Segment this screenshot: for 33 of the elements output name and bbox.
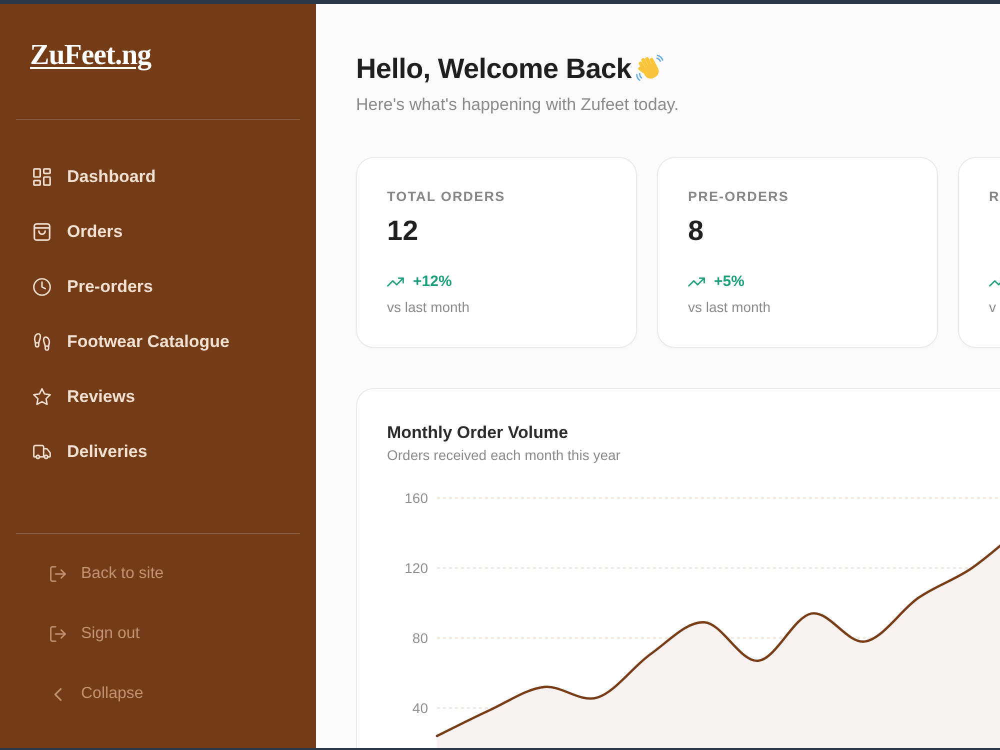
sidebar-nav-item[interactable]: Pre-orders xyxy=(0,259,316,314)
stat-label: PRE-ORDERS xyxy=(688,188,790,206)
stat-change: +12% xyxy=(413,272,452,292)
waving-hand-icon xyxy=(635,54,666,84)
page-title: Hello, Welcome Back xyxy=(356,52,632,86)
y-axis-label: 80 xyxy=(412,630,428,646)
footprints-icon xyxy=(33,332,51,350)
y-axis-label: 160 xyxy=(404,490,428,506)
sidebar-nav-item[interactable]: Dashboard xyxy=(0,149,316,204)
stat-note: v xyxy=(989,298,997,317)
logo[interactable]: ZuFeet.ng xyxy=(30,40,152,70)
sidebar-nav-item[interactable]: Orders xyxy=(0,204,316,259)
stat-note: vs last month xyxy=(387,298,470,317)
sidebar-nav-item[interactable]: Deliveries xyxy=(0,424,316,479)
dashboard-grid-icon xyxy=(33,168,51,186)
chart-subtitle: Orders received each month this year xyxy=(387,446,622,465)
stat-value: 12 xyxy=(387,214,420,248)
stat-label: R xyxy=(989,188,1000,206)
stat-value: 8 xyxy=(688,214,705,248)
stat-note: vs last month xyxy=(688,298,772,317)
stat-label: TOTAL ORDERS xyxy=(387,188,506,206)
chevron-left-icon xyxy=(54,688,62,700)
clock-icon xyxy=(33,278,51,296)
y-axis-label: 40 xyxy=(412,700,428,716)
star-icon xyxy=(33,388,51,406)
stat-change: +5% xyxy=(714,272,744,292)
sidebar-nav-item[interactable]: Footwear Catalogue xyxy=(0,314,316,369)
sidebar-nav-item[interactable]: Reviews xyxy=(0,369,316,424)
chart-title: Monthly Order Volume xyxy=(387,422,570,444)
shopping-bag-icon xyxy=(33,222,51,240)
page-subtitle: Here's what's happening with Zufeet today. xyxy=(356,94,680,116)
y-axis-label: 120 xyxy=(404,560,428,576)
truck-icon xyxy=(33,442,51,460)
